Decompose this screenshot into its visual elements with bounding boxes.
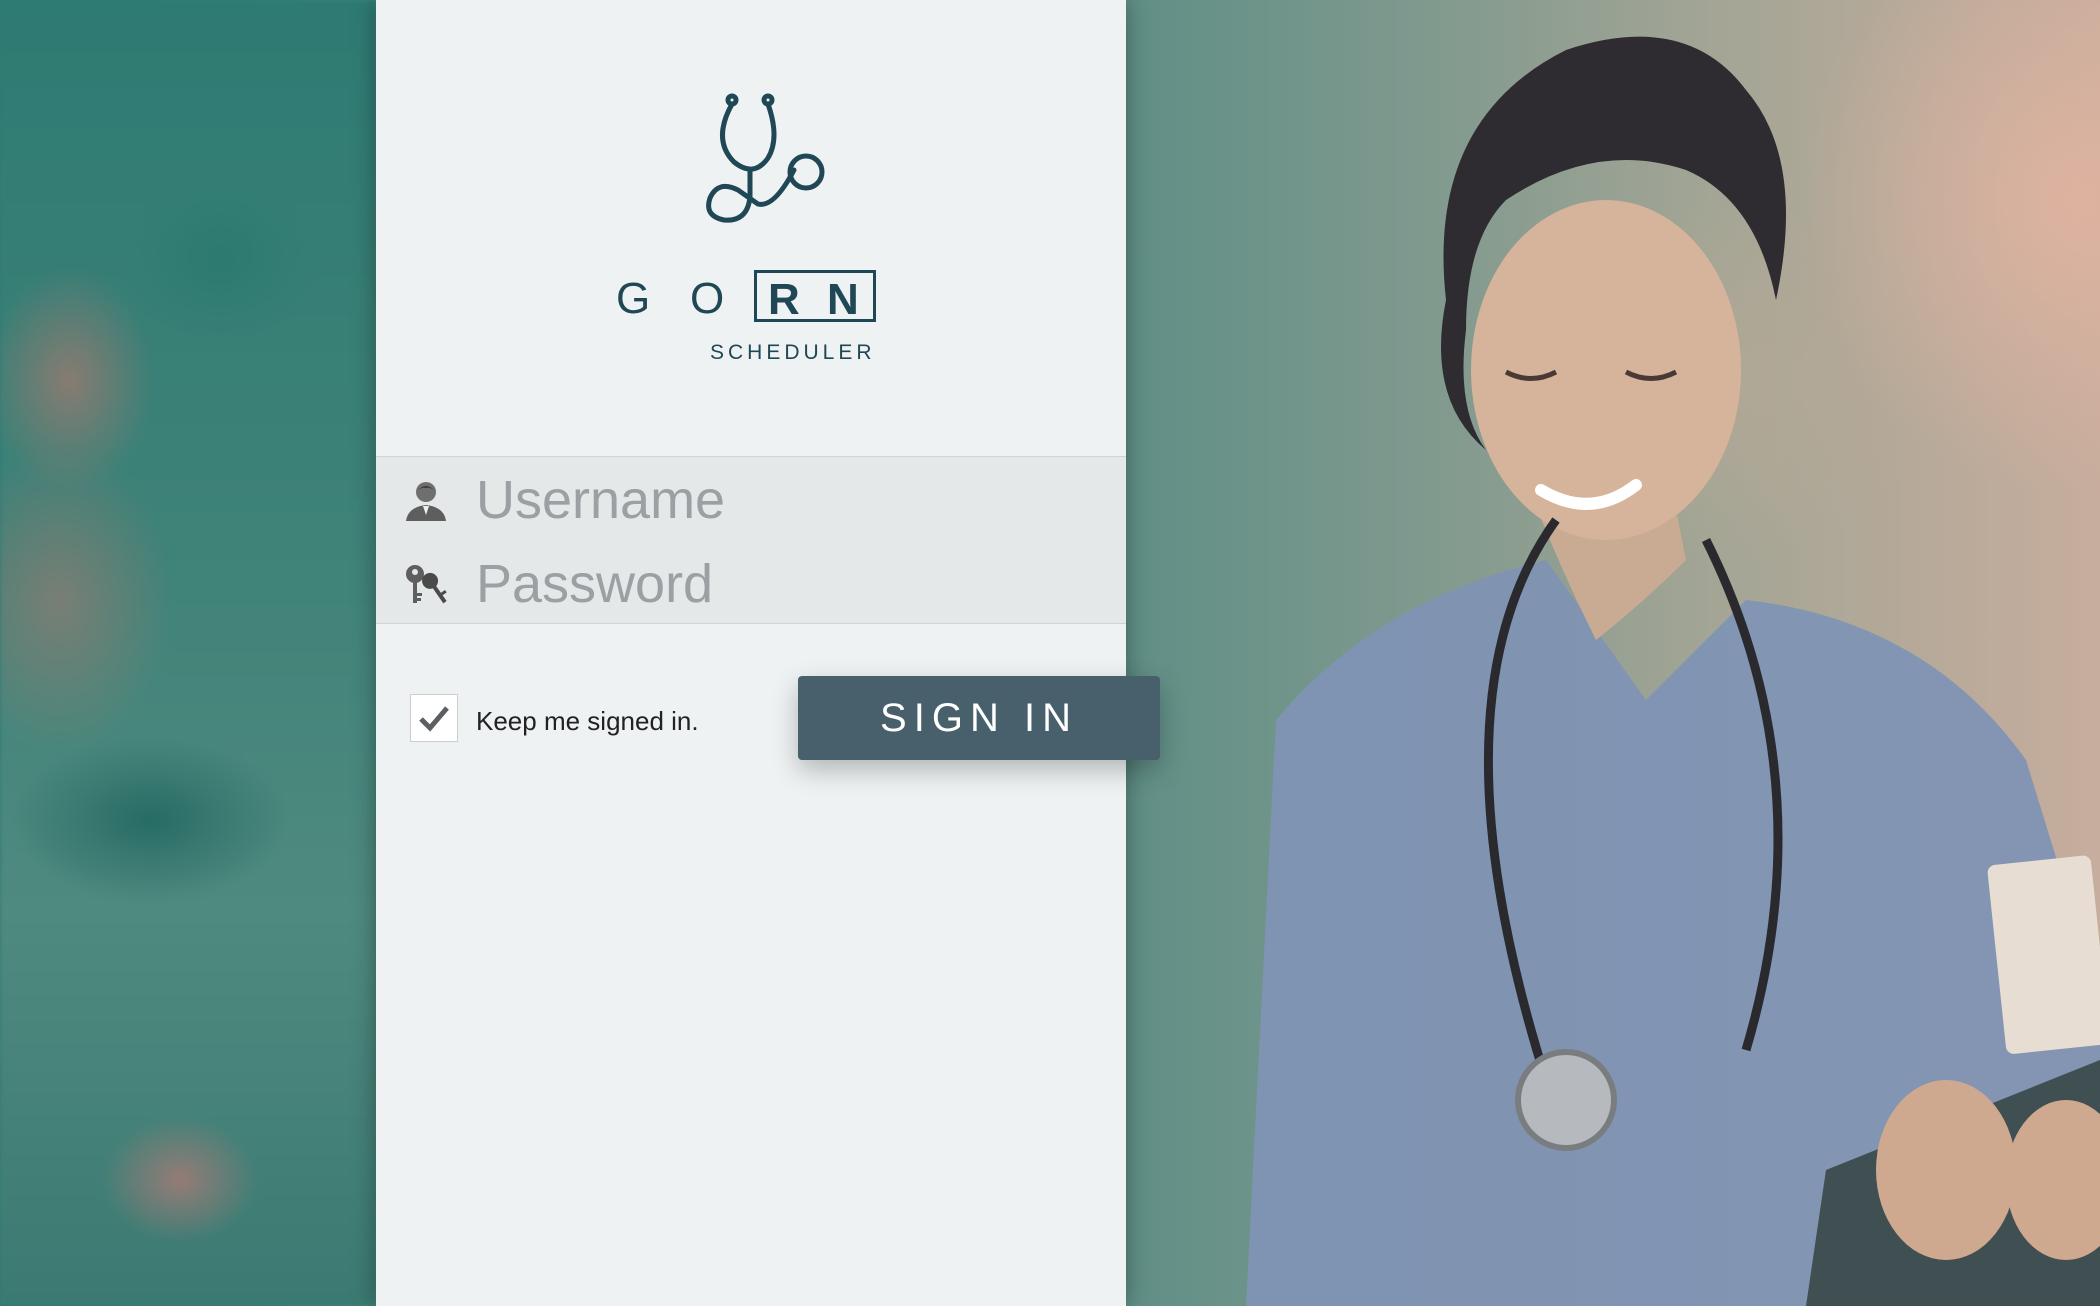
brand-letter-n: N	[827, 275, 859, 324]
brand-subtitle: SCHEDULER	[710, 341, 876, 364]
logo: G O R N SCHEDULER	[376, 0, 1126, 456]
brand-letter-r: R	[768, 275, 800, 324]
password-input[interactable]	[476, 549, 1096, 619]
password-row	[376, 541, 1126, 623]
login-panel: G O R N SCHEDULER Username Keep me signe…	[376, 0, 1126, 1306]
key-icon	[406, 565, 447, 604]
brand-wordmark: G O R N	[616, 270, 896, 330]
remember-label: Keep me signed in.	[476, 706, 699, 736]
remember-checkbox[interactable]	[410, 694, 458, 742]
background-photo-right	[1126, 0, 2100, 1306]
brand-letter-g: G	[616, 274, 651, 323]
sign-in-button[interactable]: SIGN IN	[798, 676, 1160, 760]
background-photo-left	[0, 0, 376, 1306]
brand-letter-o: O	[690, 274, 725, 323]
username-row	[376, 457, 1126, 539]
remember-me[interactable]: Keep me signed in.	[410, 694, 740, 744]
stethoscope-icon	[706, 93, 825, 223]
checkmark-icon	[419, 706, 449, 732]
username-input[interactable]	[476, 465, 1096, 535]
login-fields	[376, 456, 1126, 624]
login-page: G O R N SCHEDULER Username Keep me signe…	[0, 0, 2100, 1306]
brand-rn-box: R N	[754, 270, 876, 324]
user-icon	[406, 482, 446, 521]
